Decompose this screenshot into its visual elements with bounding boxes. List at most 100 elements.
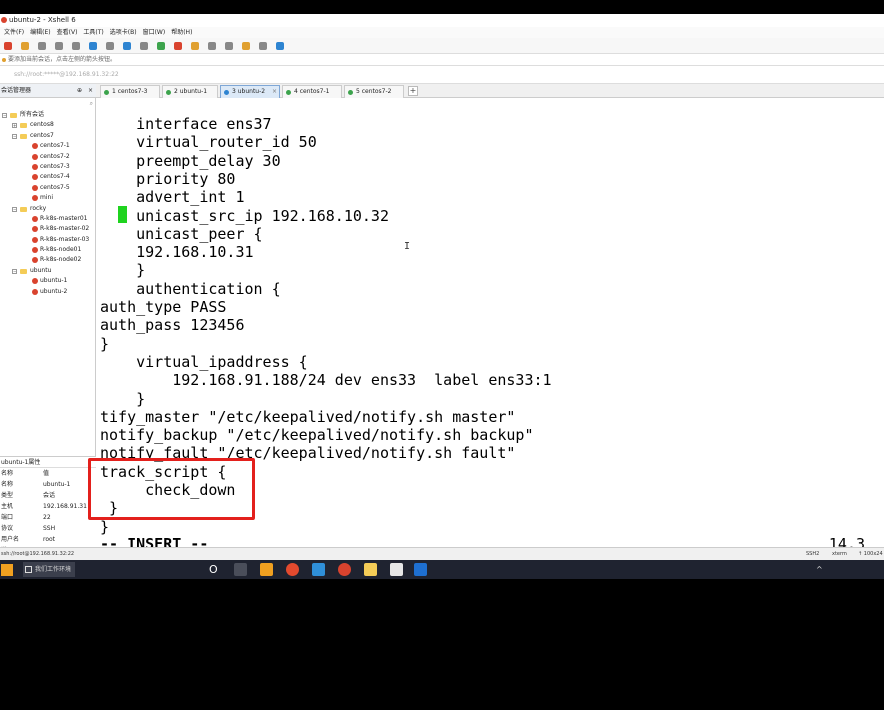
tree-session[interactable]: centos7-5 — [0, 183, 96, 193]
toolbar-icon[interactable] — [21, 42, 29, 50]
tree-session[interactable]: centos7-3 — [0, 162, 96, 172]
collapse-icon[interactable]: − — [2, 113, 7, 118]
tree-session[interactable]: centos7-4 — [0, 172, 96, 182]
toolbar-icon[interactable] — [106, 42, 114, 50]
tree-session[interactable]: ubuntu-1 — [0, 276, 96, 286]
terminal-cursor — [118, 206, 127, 223]
cortana-icon[interactable]: O — [209, 562, 218, 577]
toolbar-icon[interactable] — [4, 42, 12, 50]
tab-4[interactable]: 4 centos7-1 — [282, 85, 342, 98]
tab-close-icon[interactable]: × — [272, 86, 277, 98]
toolbar — [0, 38, 884, 54]
tab-3[interactable]: 3 ubuntu-2 × — [220, 85, 280, 98]
tree-label: R-k8s-master-03 — [40, 235, 90, 243]
tree-session[interactable]: ubuntu-2 — [0, 287, 96, 297]
terminal-line: auth_type PASS — [100, 298, 227, 316]
toolbar-icon[interactable] — [225, 42, 233, 50]
folder-icon[interactable] — [364, 563, 377, 576]
toolbar-icon[interactable] — [208, 42, 216, 50]
tree-session[interactable]: R-k8s-master-03 — [0, 235, 96, 245]
property-key: 用户名 — [1, 536, 20, 543]
toolbar-icon[interactable] — [242, 42, 250, 50]
terminal[interactable]: interface ens37 virtual_router_id 50 pre… — [88, 98, 884, 553]
expand-icon[interactable]: + — [12, 123, 17, 129]
tree-session[interactable]: centos7-1 — [0, 141, 96, 151]
tree-session[interactable]: R-k8s-master-02 — [0, 224, 96, 234]
tree-label: 所有会话 — [20, 111, 45, 118]
chrome-icon[interactable] — [286, 563, 299, 576]
property-key: 协议 — [1, 525, 14, 532]
title-bar: ubuntu-2 - Xshell 6 — [0, 14, 884, 27]
menu-item-1[interactable]: 编辑(E) — [30, 27, 50, 38]
tree-session[interactable]: mini — [0, 193, 96, 203]
session-manager-header: 会话管理器 ⊕ × — [0, 84, 96, 98]
toolbar-icon[interactable] — [55, 42, 63, 50]
tab-label: 5 centos7-2 — [356, 88, 392, 95]
tree-folder[interactable]: + centos8 — [0, 120, 96, 130]
tree-label: R-k8s-node01 — [40, 246, 82, 254]
property-key: 主机 — [1, 503, 14, 510]
taskbar: 我们工作环境 O ^ — [0, 560, 884, 579]
terminal-line: } — [100, 389, 146, 408]
toolbar-icon[interactable] — [276, 42, 284, 50]
collapse-icon[interactable]: − — [12, 133, 17, 139]
property-key: 端口 — [1, 514, 14, 521]
add-tab-button[interactable]: + — [408, 86, 418, 96]
folder-icon — [20, 133, 27, 139]
toolbar-icon[interactable] — [174, 42, 182, 50]
start-icon[interactable] — [1, 564, 13, 576]
collapse-icon[interactable]: − — [12, 268, 17, 274]
tab-5[interactable]: 5 centos7-2 — [344, 85, 404, 98]
menu-item-4[interactable]: 选项卡(B) — [110, 27, 137, 38]
task-view-icon[interactable] — [234, 563, 247, 576]
terminal-line: tify_master "/etc/keepalived/notify.sh m… — [100, 407, 516, 426]
tab-1[interactable]: 1 centos7-3 — [100, 85, 160, 98]
app-icon[interactable] — [312, 563, 325, 576]
property-row: 端口 22 — [0, 512, 96, 523]
toolbar-icon[interactable] — [140, 42, 148, 50]
tree-folder[interactable]: − centos7 — [0, 131, 96, 141]
toolbar-icon[interactable] — [89, 42, 97, 50]
system-tray[interactable]: ^ — [816, 562, 823, 577]
menu-item-0[interactable]: 文件(F) — [4, 27, 24, 38]
toolbar-icon[interactable] — [157, 42, 165, 50]
menu-item-5[interactable]: 窗口(W) — [143, 27, 166, 38]
menu-item-2[interactable]: 查看(V) — [57, 27, 78, 38]
toolbar-icon[interactable] — [259, 42, 267, 50]
tree-label: centos7-5 — [40, 183, 70, 191]
taskbar-search-text: 我们工作环境 — [35, 566, 72, 573]
tree-session[interactable]: R-k8s-node02 — [0, 255, 96, 265]
session-icon — [32, 247, 38, 254]
xshell-logo-icon — [1, 17, 7, 23]
typora-icon[interactable] — [390, 563, 403, 576]
session-icon — [32, 184, 38, 191]
tab-label: 2 ubuntu-1 — [174, 88, 208, 95]
screen: ubuntu-2 - Xshell 6 文件(F) 编辑(E) 查看(V) 工具(T)… — [0, 0, 884, 710]
close-icon[interactable]: × — [88, 84, 93, 98]
tab-strip: + 1 centos7-3 2 ubuntu-1 3 ubuntu-2 × 4 cent… — [96, 84, 884, 98]
search-icon[interactable]: ⌕ — [90, 100, 93, 108]
tab-2[interactable]: 2 ubuntu-1 — [162, 85, 218, 98]
tree-folder[interactable]: − rocky — [0, 204, 96, 214]
tree-session[interactable]: centos7-2 — [0, 152, 96, 162]
toolbar-icon[interactable] — [123, 42, 131, 50]
tree-folder[interactable]: − ubuntu — [0, 266, 96, 276]
menu-item-6[interactable]: 帮助(H) — [171, 27, 192, 38]
folder-icon — [10, 113, 17, 118]
toolbar-icon[interactable] — [38, 42, 46, 50]
app-icon[interactable] — [260, 563, 273, 576]
pin-icon[interactable]: ⊕ — [77, 84, 82, 98]
tree-folder[interactable]: − 所有会话 — [0, 110, 96, 120]
xshell-taskbar-icon[interactable] — [338, 563, 351, 576]
tree-label: R-k8s-master-02 — [40, 225, 90, 233]
tree-session[interactable]: R-k8s-master01 — [0, 214, 96, 224]
app-icon[interactable] — [414, 563, 427, 576]
address-bar[interactable]: ssh://root:*****@192.168.91.32:22 — [0, 66, 884, 84]
toolbar-icon[interactable] — [72, 42, 80, 50]
tree-session[interactable]: R-k8s-node01 — [0, 245, 96, 255]
tree-label: R-k8s-node02 — [40, 256, 82, 264]
menu-item-3[interactable]: 工具(T) — [83, 27, 103, 38]
toolbar-icon[interactable] — [191, 42, 199, 50]
collapse-icon[interactable]: − — [12, 206, 17, 212]
taskbar-search[interactable]: 我们工作环境 — [23, 562, 75, 577]
